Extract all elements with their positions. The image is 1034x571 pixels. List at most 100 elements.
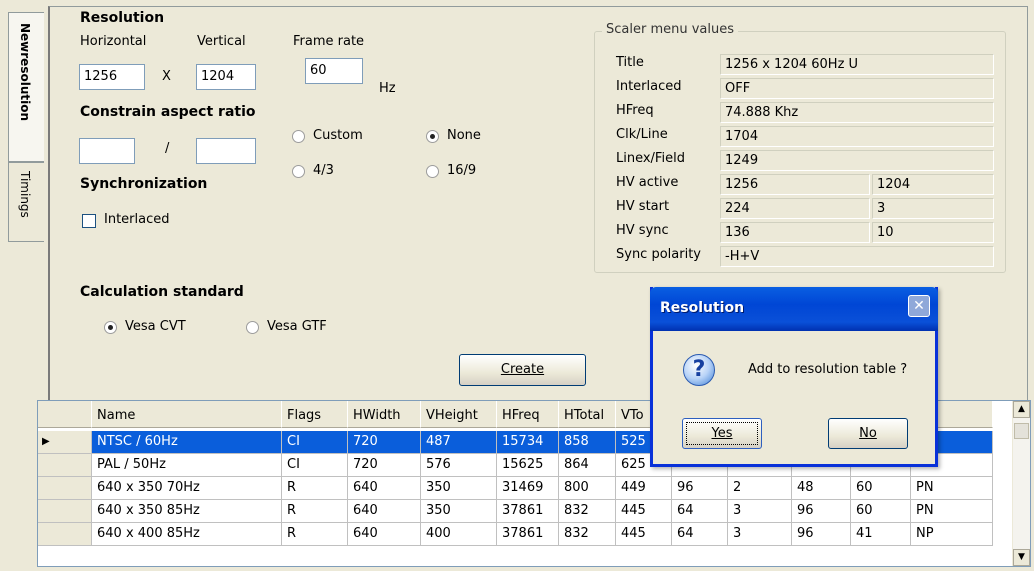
radio-16-9[interactable] bbox=[426, 165, 439, 178]
row-indicator[interactable] bbox=[38, 477, 92, 500]
column-header[interactable]: Name bbox=[92, 401, 282, 428]
table-cell[interactable]: 96 bbox=[792, 523, 851, 546]
table-cell[interactable]: 640 bbox=[348, 500, 421, 523]
create-button[interactable]: Create bbox=[459, 354, 586, 386]
table-cell[interactable]: PAL / 50Hz bbox=[92, 454, 282, 477]
table-cell[interactable]: 487 bbox=[421, 431, 497, 454]
row-indicator[interactable] bbox=[38, 523, 92, 546]
column-header[interactable]: HFreq bbox=[497, 401, 559, 428]
table-cell[interactable]: 60 bbox=[851, 500, 911, 523]
radio-custom[interactable] bbox=[292, 130, 305, 143]
scaler-value: 224 bbox=[720, 198, 870, 219]
table-cell[interactable]: 832 bbox=[559, 523, 616, 546]
table-cell[interactable]: 445 bbox=[616, 523, 672, 546]
table-cell[interactable]: 350 bbox=[421, 500, 497, 523]
table-cell[interactable]: 15734 bbox=[497, 431, 559, 454]
vertical-scrollbar[interactable]: ▲ ▼ bbox=[1012, 401, 1030, 566]
table-cell[interactable]: NTSC / 60Hz bbox=[92, 431, 282, 454]
table-cell[interactable]: CI bbox=[282, 454, 348, 477]
radio-none[interactable] bbox=[426, 130, 439, 143]
table-cell[interactable]: R bbox=[282, 523, 348, 546]
horizontal-input[interactable]: 1256 bbox=[79, 64, 145, 90]
table-cell[interactable]: PN bbox=[911, 477, 993, 500]
row-indicator[interactable] bbox=[38, 500, 92, 523]
table-cell[interactable]: 449 bbox=[616, 477, 672, 500]
table-cell[interactable]: 60 bbox=[851, 477, 911, 500]
aspect-right-input[interactable] bbox=[196, 138, 256, 164]
yes-button[interactable]: Yes bbox=[682, 418, 762, 449]
table-cell[interactable]: 832 bbox=[559, 500, 616, 523]
table-cell[interactable]: CI bbox=[282, 431, 348, 454]
table-cell[interactable]: 48 bbox=[792, 477, 851, 500]
radio-4-3[interactable] bbox=[292, 165, 305, 178]
table-cell[interactable]: 800 bbox=[559, 477, 616, 500]
no-button[interactable]: No bbox=[828, 418, 908, 449]
radio-vesa-cvt-label: Vesa CVT bbox=[125, 319, 186, 334]
scaler-value: 74.888 Khz bbox=[720, 102, 994, 123]
table-cell[interactable]: 720 bbox=[348, 454, 421, 477]
table-cell[interactable]: 64 bbox=[672, 500, 728, 523]
table-cell[interactable]: 96 bbox=[672, 477, 728, 500]
table-cell[interactable]: 640 x 350 70Hz bbox=[92, 477, 282, 500]
interlaced-checkbox[interactable] bbox=[82, 214, 96, 228]
table-cell[interactable]: 37861 bbox=[497, 500, 559, 523]
scaler-label: HV start bbox=[616, 199, 670, 214]
vertical-label: Vertical bbox=[197, 34, 246, 49]
table-cell[interactable]: NP bbox=[911, 523, 993, 546]
scaler-value: 1256 bbox=[720, 174, 870, 195]
scaler-value: 136 bbox=[720, 222, 870, 243]
radio-vesa-cvt[interactable] bbox=[104, 321, 117, 334]
tab-newresolution[interactable]: Newresolution bbox=[8, 12, 44, 162]
yes-button-label: Yes bbox=[711, 426, 733, 441]
column-header[interactable]: VHeight bbox=[421, 401, 497, 428]
table-cell[interactable]: 858 bbox=[559, 431, 616, 454]
radio-vesa-gtf[interactable] bbox=[246, 321, 259, 334]
table-cell[interactable]: 41 bbox=[851, 523, 911, 546]
radio-custom-label: Custom bbox=[313, 128, 363, 143]
table-cell[interactable]: 96 bbox=[792, 500, 851, 523]
frame-rate-input[interactable]: 60 bbox=[305, 58, 363, 84]
table-cell[interactable]: R bbox=[282, 500, 348, 523]
column-header[interactable]: Flags bbox=[282, 401, 348, 428]
scaler-value-2: 1204 bbox=[872, 174, 994, 195]
vertical-tab-strip: Newresolution Timings bbox=[0, 0, 48, 415]
aspect-left-input[interactable] bbox=[79, 138, 135, 164]
table-cell[interactable]: 3 bbox=[728, 523, 792, 546]
table-cell[interactable]: 640 bbox=[348, 477, 421, 500]
row-indicator[interactable]: ▶ bbox=[38, 431, 92, 454]
row-indicator[interactable] bbox=[38, 454, 92, 477]
table-cell[interactable]: 2 bbox=[728, 477, 792, 500]
table-cell[interactable]: 445 bbox=[616, 500, 672, 523]
tab-timings-label: Timings bbox=[18, 171, 32, 218]
column-header[interactable]: HWidth bbox=[348, 401, 421, 428]
vertical-input[interactable]: 1204 bbox=[196, 64, 256, 90]
table-cell[interactable]: 37861 bbox=[497, 523, 559, 546]
scroll-down-button[interactable]: ▼ bbox=[1013, 549, 1030, 566]
table-cell[interactable]: 640 x 400 85Hz bbox=[92, 523, 282, 546]
table-cell[interactable]: 640 x 350 85Hz bbox=[92, 500, 282, 523]
table-cell[interactable]: 720 bbox=[348, 431, 421, 454]
dialog-message: Add to resolution table ? bbox=[748, 362, 908, 377]
scaler-label: HV active bbox=[616, 175, 679, 190]
table-cell[interactable]: 400 bbox=[421, 523, 497, 546]
scroll-thumb[interactable] bbox=[1014, 423, 1029, 439]
table-cell[interactable]: 864 bbox=[559, 454, 616, 477]
scroll-up-button[interactable]: ▲ bbox=[1013, 401, 1030, 418]
radio-none-label: None bbox=[447, 128, 481, 143]
aspect-slash: / bbox=[165, 141, 170, 156]
tab-timings[interactable]: Timings bbox=[8, 162, 44, 242]
table-cell[interactable]: PN bbox=[911, 500, 993, 523]
table-cell[interactable]: 3 bbox=[728, 500, 792, 523]
table-cell[interactable]: 15625 bbox=[497, 454, 559, 477]
no-button-label: No bbox=[859, 426, 877, 441]
table-cell[interactable]: R bbox=[282, 477, 348, 500]
scaler-value-2: 10 bbox=[872, 222, 994, 243]
table-cell[interactable]: 350 bbox=[421, 477, 497, 500]
table-cell[interactable]: 576 bbox=[421, 454, 497, 477]
table-cell[interactable]: 640 bbox=[348, 523, 421, 546]
close-icon[interactable]: ✕ bbox=[908, 295, 930, 317]
column-header[interactable]: HTotal bbox=[559, 401, 616, 428]
table-cell[interactable]: 31469 bbox=[497, 477, 559, 500]
scaler-value: -H+V bbox=[720, 246, 994, 267]
table-cell[interactable]: 64 bbox=[672, 523, 728, 546]
